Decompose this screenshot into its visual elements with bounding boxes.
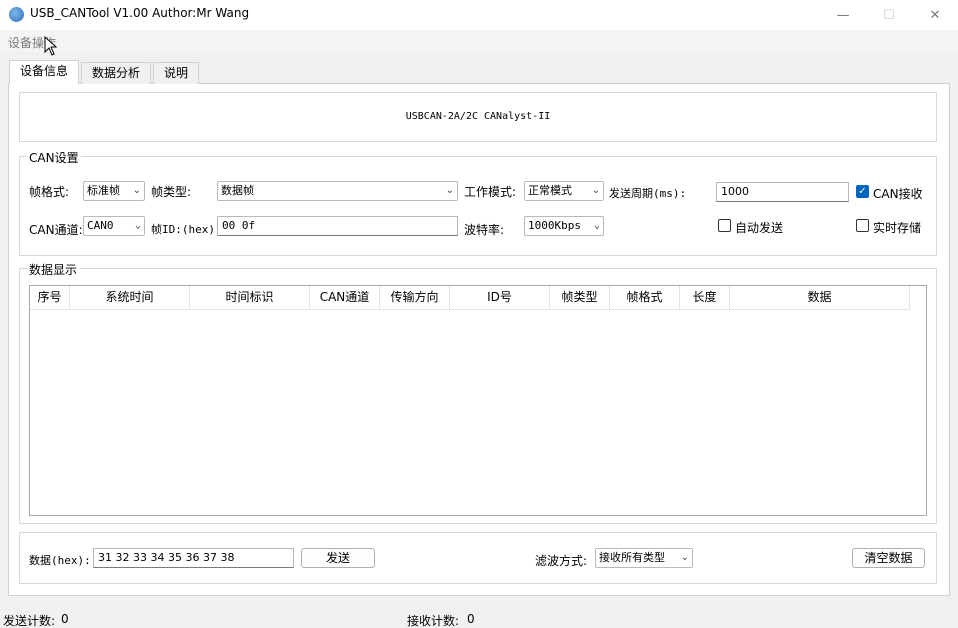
send-period-input[interactable]: 1000: [716, 182, 849, 202]
chevron-down-icon: ⌄: [593, 220, 600, 231]
sent-count-label: 发送计数:: [3, 614, 56, 628]
checkmark-icon: ✓: [858, 186, 867, 197]
auto-send-label: 自动发送: [735, 221, 784, 235]
column-header[interactable]: 时间标识: [190, 286, 310, 310]
sent-count-value: 0: [61, 612, 69, 626]
tab-data-analysis[interactable]: 数据分析: [81, 62, 152, 84]
clear-data-button[interactable]: 清空数据: [852, 548, 925, 568]
work-mode-select[interactable]: 正常模式 ⌄: [524, 181, 604, 201]
filter-select[interactable]: 接收所有类型 ⌄: [595, 548, 693, 568]
channel-value: CAN0: [87, 219, 114, 232]
frame-id-label: 帧ID:(hex): [151, 223, 215, 236]
send-period-label: 发送周期(ms):: [609, 187, 687, 200]
column-header[interactable]: ID号: [450, 286, 550, 310]
chevron-down-icon: ⌄: [134, 220, 141, 231]
column-header[interactable]: 数据: [730, 286, 910, 310]
chevron-down-icon: ⌄: [445, 185, 454, 196]
channel-select[interactable]: CAN0 ⌄: [83, 216, 145, 236]
app-icon: [9, 7, 24, 22]
close-button[interactable]: ✕: [912, 0, 958, 30]
can-settings-title: CAN设置: [27, 149, 81, 166]
channel-label: CAN通道:: [29, 223, 83, 237]
minimize-button[interactable]: —: [820, 0, 866, 30]
maximize-button[interactable]: ☐: [866, 0, 912, 30]
frame-type-value: 数据帧: [221, 184, 254, 197]
work-mode-label: 工作模式:: [464, 185, 517, 199]
column-header[interactable]: 传输方向: [380, 286, 450, 310]
menu-bar: [0, 30, 958, 52]
frame-format-value: 标准帧: [87, 184, 120, 197]
maximize-icon: ☐: [883, 7, 895, 23]
frame-type-select[interactable]: 数据帧 ⌄: [217, 181, 458, 201]
column-header[interactable]: 序号: [30, 286, 70, 310]
filter-label: 滤波方式:: [535, 554, 588, 568]
mouse-cursor-icon: [44, 36, 58, 56]
auto-send-checkbox[interactable]: [718, 219, 731, 232]
filter-value: 接收所有类型: [599, 551, 665, 564]
column-header[interactable]: CAN通道: [310, 286, 380, 310]
column-header[interactable]: 系统时间: [70, 286, 190, 310]
chevron-down-icon: ⌄: [132, 185, 141, 196]
baud-value: 1000Kbps: [528, 219, 581, 232]
device-name: USBCAN-2A/2C CANalyst-II: [405, 111, 551, 122]
tab-description[interactable]: 说明: [153, 62, 200, 84]
data-hex-input[interactable]: 31 32 33 34 35 36 37 38: [93, 548, 294, 568]
can-settings-group: [19, 156, 937, 256]
chevron-down-icon: ⌄: [680, 552, 689, 563]
data-display-title: 数据显示: [27, 261, 80, 278]
baud-label: 波特率:: [464, 223, 505, 237]
send-button[interactable]: 发送: [301, 548, 375, 568]
data-hex-label: 数据(hex):: [29, 554, 91, 567]
tab-device-info[interactable]: 设备信息: [9, 60, 80, 84]
data-table[interactable]: [29, 285, 927, 516]
frame-format-label: 帧格式:: [29, 185, 70, 199]
frame-format-select[interactable]: 标准帧 ⌄: [83, 181, 145, 201]
can-receive-checkbox[interactable]: ✓: [856, 185, 869, 198]
recv-count-value: 0: [467, 612, 475, 626]
realtime-save-checkbox[interactable]: [856, 219, 869, 232]
minimize-icon: —: [836, 7, 850, 23]
status-bar: [0, 606, 958, 628]
column-header[interactable]: 帧类型: [550, 286, 610, 310]
frame-type-label: 帧类型:: [151, 185, 192, 199]
work-mode-value: 正常模式: [528, 184, 572, 197]
close-icon: ✕: [929, 7, 941, 23]
chevron-down-icon: ⌄: [591, 185, 600, 196]
realtime-save-label: 实时存储: [873, 221, 922, 235]
can-receive-label: CAN接收: [873, 187, 923, 201]
recv-count-label: 接收计数:: [407, 614, 460, 628]
column-header[interactable]: 帧格式: [610, 286, 680, 310]
window-title: USB_CANTool V1.00 Author:Mr Wang: [30, 6, 250, 20]
frame-id-input[interactable]: 00 0f: [217, 216, 458, 236]
column-header[interactable]: 长度: [680, 286, 730, 310]
baud-select[interactable]: 1000Kbps ⌄: [524, 216, 604, 236]
